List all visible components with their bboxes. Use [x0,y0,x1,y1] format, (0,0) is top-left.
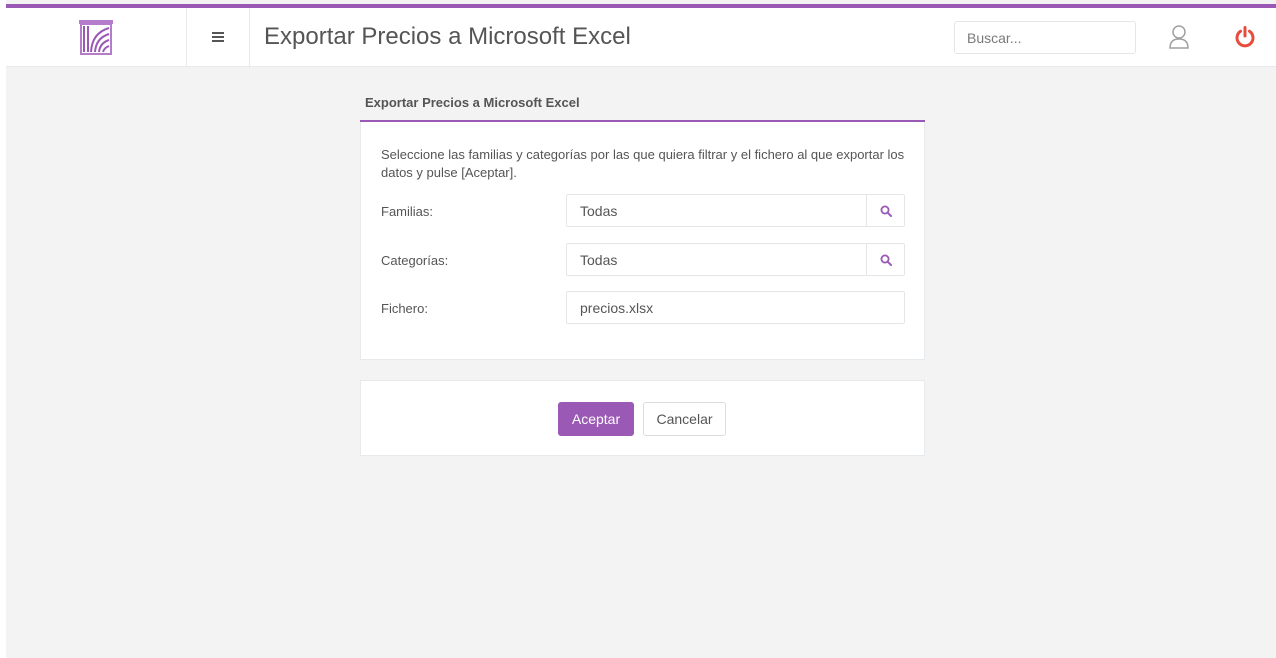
panel-title: Exportar Precios a Microsoft Excel [360,86,925,122]
categorias-field[interactable]: Todas [566,243,905,276]
app-frame: Exportar Precios a Microsoft Excel Expor… [6,0,1276,658]
familias-field[interactable]: Todas [566,194,905,227]
user-icon[interactable] [1168,24,1190,50]
categorias-search-button[interactable] [866,244,904,275]
search-icon [880,205,892,217]
accept-button[interactable]: Aceptar [558,402,634,436]
search-input[interactable] [954,21,1136,54]
cancel-button[interactable]: Cancelar [643,402,726,436]
categorias-value: Todas [580,252,618,268]
fichero-input[interactable]: precios.xlsx [566,291,905,324]
menu-toggle-button[interactable] [187,8,250,66]
page-title: Exportar Precios a Microsoft Excel [264,23,631,50]
search-icon [880,254,892,266]
power-icon[interactable] [1234,26,1256,48]
familias-label: Familias: [381,204,434,219]
logo-icon[interactable] [78,19,114,55]
fichero-value: precios.xlsx [580,300,654,316]
menu-icon [212,32,224,42]
categorias-label: Categorías: [381,253,449,268]
logo-area [6,8,187,66]
header: Exportar Precios a Microsoft Excel [6,8,1276,67]
panel-body: Seleccione las familias y categorías por… [360,122,925,360]
familias-value: Todas [580,203,618,219]
instructions-text: Seleccione las familias y categorías por… [381,147,905,180]
familias-search-button[interactable] [866,195,904,226]
actions-panel: Aceptar Cancelar [360,380,925,456]
export-panel: Exportar Precios a Microsoft Excel Selec… [360,86,925,360]
fichero-label: Fichero: [381,301,428,316]
